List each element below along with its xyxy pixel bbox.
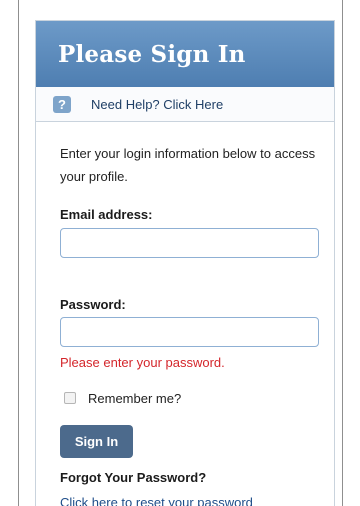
panel-header: Please Sign In: [36, 21, 334, 87]
page-title: Please Sign In: [58, 41, 246, 68]
sign-in-button[interactable]: Sign In: [60, 425, 133, 458]
question-icon[interactable]: ?: [53, 96, 71, 113]
help-bar: ? Need Help? Click Here: [36, 87, 334, 122]
email-field[interactable]: [60, 228, 319, 258]
need-help-link[interactable]: Need Help? Click Here: [91, 97, 223, 112]
remember-me-label[interactable]: Remember me?: [88, 391, 181, 406]
email-label: Email address:: [60, 207, 153, 222]
intro-text: Enter your login information below to ac…: [60, 146, 316, 184]
reset-password-link[interactable]: Click here to reset your password: [60, 495, 253, 506]
forgot-password-heading: Forgot Your Password?: [60, 470, 207, 485]
password-error-message: Please enter your password.: [60, 355, 225, 370]
remember-me-checkbox[interactable]: [64, 392, 76, 404]
sign-in-panel: Please Sign In ? Need Help? Click Here E…: [35, 20, 335, 506]
password-label: Password:: [60, 297, 126, 312]
password-field[interactable]: [60, 317, 319, 347]
